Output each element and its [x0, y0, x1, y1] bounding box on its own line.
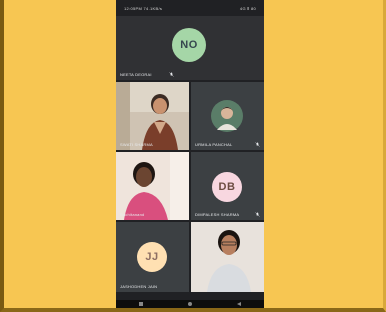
participant-tile[interactable] [191, 222, 264, 292]
participant-name: URMILA PANCHAL [195, 142, 233, 147]
mic-off-icon [255, 142, 260, 147]
video-feed [116, 152, 189, 220]
avatar: JJ [137, 242, 167, 272]
phone-screen: 12:05PM 74.1KB/s 4G Ⅱ 80 NO NEETA DEORAI… [116, 0, 264, 308]
mic-off-icon [255, 212, 260, 217]
avatar: DB [212, 172, 242, 202]
participant-tile[interactable]: Sachitanand [116, 152, 189, 220]
status-signal: 4G Ⅱ 80 [239, 6, 256, 11]
back-icon[interactable] [237, 302, 242, 306]
mic-off-icon [169, 72, 174, 77]
participant-name: SWATI SHARMA [120, 142, 153, 147]
avatar [211, 100, 243, 132]
participant-tile[interactable]: URMILA PANCHAL [191, 82, 264, 150]
participant-tile[interactable]: DB DIMPALESH SHARMA [191, 152, 264, 220]
participant-tile[interactable]: NO NEETA DEORAI [116, 16, 264, 80]
participant-name: NEETA DEORAI [120, 72, 152, 77]
avatar: NO [172, 28, 206, 62]
recents-icon[interactable] [138, 302, 143, 306]
participant-tile[interactable]: SWATI SHARMA [116, 82, 189, 150]
participant-name: Sachitanand [120, 212, 145, 217]
participant-tile[interactable]: JJ JASHODHEN JAIN [116, 222, 189, 292]
video-feed [116, 82, 189, 150]
participant-name: DIMPALESH SHARMA [195, 212, 240, 217]
video-feed [191, 222, 264, 292]
avatar-initials: JJ [145, 251, 159, 263]
home-icon[interactable] [187, 302, 192, 306]
status-bar: 12:05PM 74.1KB/s 4G Ⅱ 80 [116, 0, 264, 16]
android-nav-bar [116, 300, 264, 308]
avatar-initials: DB [218, 181, 236, 193]
avatar-initials: NO [180, 39, 198, 51]
participant-name: JASHODHEN JAIN [120, 284, 158, 289]
status-time: 12:05PM 74.1KB/s [124, 6, 163, 11]
